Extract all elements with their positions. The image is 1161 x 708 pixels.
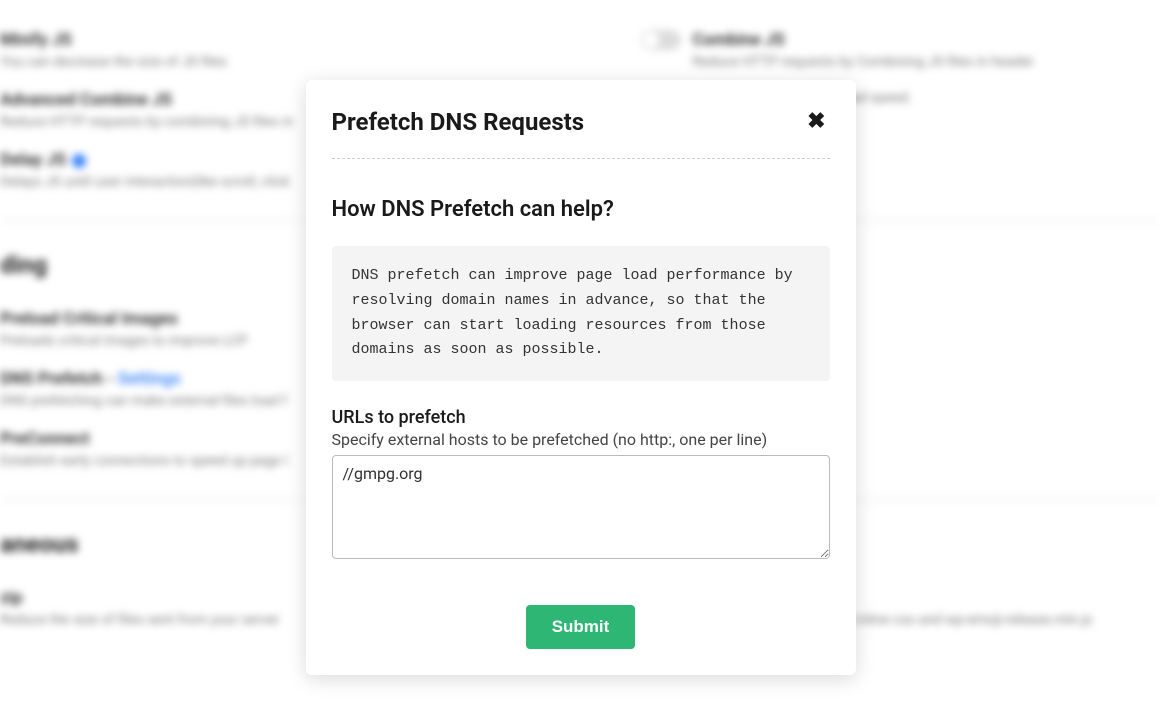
modal-title: Prefetch DNS Requests <box>332 108 585 136</box>
help-heading: How DNS Prefetch can help? <box>332 197 830 222</box>
urls-field-hint: Specify external hosts to be prefetched … <box>332 430 830 449</box>
urls-textarea[interactable] <box>332 455 830 559</box>
close-icon[interactable]: ✖ <box>803 111 829 133</box>
prefetch-dns-modal: Prefetch DNS Requests ✖ How DNS Prefetch… <box>306 80 856 675</box>
modal-footer: Submit <box>332 605 830 649</box>
modal-body: How DNS Prefetch can help? DNS prefetch … <box>332 159 830 563</box>
submit-button[interactable]: Submit <box>526 605 636 649</box>
help-description-box: DNS prefetch can improve page load perfo… <box>332 246 830 381</box>
urls-field-label: URLs to prefetch <box>332 407 830 428</box>
modal-overlay: Prefetch DNS Requests ✖ How DNS Prefetch… <box>0 0 1161 708</box>
modal-header: Prefetch DNS Requests ✖ <box>332 108 830 159</box>
